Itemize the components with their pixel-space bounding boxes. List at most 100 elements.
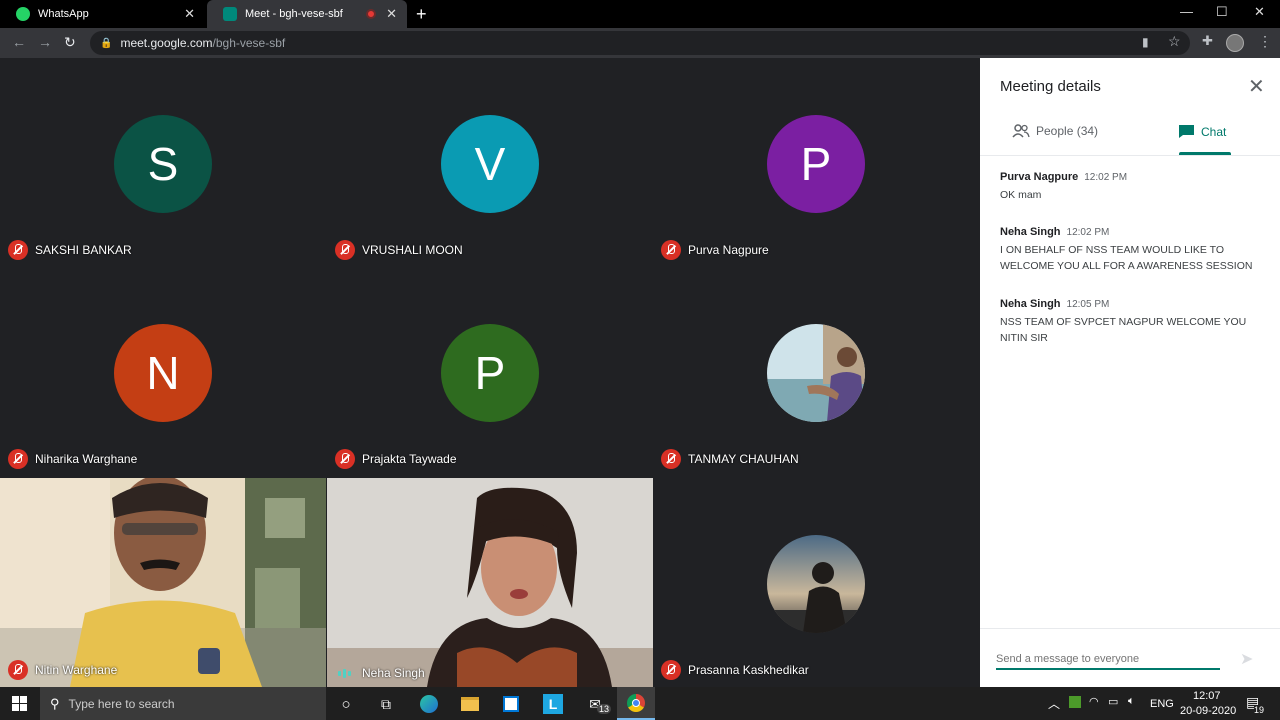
close-tab-icon[interactable]: ✕ — [386, 6, 397, 22]
meet-icon — [223, 7, 237, 21]
avatar: P — [441, 324, 539, 422]
forward-icon[interactable]: → — [38, 34, 52, 50]
tab-whatsapp[interactable]: WhatsApp ✕ — [0, 0, 205, 28]
whatsapp-icon — [16, 7, 30, 21]
minimize-icon[interactable]: — — [1180, 4, 1193, 19]
tab-title: Meet - bgh-vese-sbf — [245, 8, 343, 20]
avatar: N — [114, 324, 212, 422]
star-icon[interactable]: ☆ — [1168, 33, 1181, 50]
mic-off-icon — [8, 240, 28, 260]
url-host: meet.google.com — [120, 36, 213, 50]
participant-tile[interactable]: TANMAY CHAUHAN — [653, 267, 979, 476]
recording-indicator-icon — [366, 9, 377, 19]
mic-off-icon — [661, 449, 681, 469]
message-sender: Neha Singh — [1000, 226, 1061, 238]
message-sender: Purva Nagpure — [1000, 171, 1079, 183]
speaking-indicator-icon — [335, 668, 355, 678]
clock-date[interactable]: 20-09-2020 — [1180, 705, 1236, 717]
chat-icon — [1179, 125, 1194, 138]
language-indicator[interactable]: ENG — [1150, 698, 1174, 710]
divider — [980, 628, 1280, 629]
avatar: P — [767, 115, 865, 213]
lock-icon: 🔒 — [100, 37, 113, 49]
window-close-icon[interactable]: ✕ — [1254, 4, 1265, 20]
search-icon: ⚲ — [50, 695, 60, 711]
participant-name: Prajakta Taywade — [362, 452, 457, 466]
participant-name: Niharika Warghane — [35, 452, 138, 466]
file-explorer-icon[interactable] — [459, 693, 481, 715]
task-view-icon[interactable]: ⧉ — [375, 693, 397, 715]
app-l-icon[interactable]: L — [542, 693, 564, 715]
nameplate: VRUSHALI MOON — [335, 240, 463, 260]
participant-video — [327, 478, 653, 687]
tab-people-label: People (34) — [1036, 124, 1099, 138]
edge-icon[interactable] — [418, 693, 440, 715]
participant-tile[interactable]: P Prajakta Taywade — [327, 267, 653, 476]
close-panel-icon[interactable]: ✕ — [1248, 74, 1265, 99]
nameplate: SAKSHI BANKAR — [8, 240, 132, 260]
participant-video-tile[interactable]: Nitin Warghane — [0, 478, 326, 687]
avatar: S — [114, 115, 212, 213]
profile-photo — [767, 324, 865, 422]
nameplate: Nitin Warghane — [8, 660, 117, 680]
nameplate: Neha Singh — [335, 666, 425, 680]
nameplate: Purva Nagpure — [661, 240, 769, 260]
participant-tile[interactable]: P Purva Nagpure — [653, 58, 979, 267]
participant-name: Purva Nagpure — [688, 243, 769, 257]
tab-title: WhatsApp — [38, 8, 89, 20]
new-tab-button[interactable]: + — [416, 4, 427, 25]
mail-badge: 13 — [597, 704, 612, 714]
message-time: 12:02 PM — [1066, 227, 1110, 238]
participant-name: Nitin Warghane — [35, 663, 118, 677]
avatar: V — [441, 115, 539, 213]
panel-title: Meeting details — [1000, 78, 1101, 95]
message-text: I ON BEHALF OF NSS TEAM WOULD LIKE TO WE… — [1000, 244, 1253, 272]
message-sender: Neha Singh — [1000, 298, 1061, 310]
address-bar[interactable]: 🔒 meet.google.com/bgh-vese-sbf — [90, 31, 1190, 55]
battery-icon[interactable]: ▭ — [1108, 695, 1118, 708]
divider — [980, 155, 1280, 156]
chat-message: Neha Singh 12:02 PM I ON BEHALF OF NSS TE… — [1000, 222, 1262, 274]
participant-video-tile[interactable]: Neha Singh — [327, 478, 653, 687]
show-hidden-icons-icon[interactable]: ︿ — [1048, 695, 1060, 712]
reload-icon[interactable]: ↻ — [64, 34, 76, 51]
windows-taskbar: ⚲ Type here to search ○ ⧉ L ✉ 13 ︿ ◠ ▭ 🔈… — [0, 687, 1280, 720]
participant-tile[interactable]: N Niharika Warghane — [0, 267, 326, 476]
participant-grid: S SAKSHI BANKAR V VRUSHALI MOON P Purva … — [0, 58, 980, 687]
cortana-icon[interactable]: ○ — [335, 693, 357, 715]
tab-people[interactable]: People (34) — [1012, 124, 1098, 138]
wifi-icon[interactable]: ◠ — [1089, 695, 1099, 708]
tab-chat[interactable]: Chat — [1178, 124, 1226, 139]
back-icon[interactable]: ← — [12, 34, 26, 50]
tray-app-icon[interactable] — [1069, 696, 1081, 708]
tab-meet[interactable]: Meet - bgh-vese-sbf ✕ — [207, 0, 407, 28]
profile-avatar[interactable] — [1226, 34, 1244, 52]
clock-time[interactable]: 12:07 — [1193, 690, 1221, 702]
participant-name: Neha Singh — [362, 666, 425, 680]
close-tab-icon[interactable]: ✕ — [184, 6, 195, 22]
maximize-icon[interactable]: ☐ — [1216, 4, 1228, 20]
send-icon[interactable]: ➤ — [1240, 649, 1253, 669]
menu-icon[interactable]: ⋮ — [1258, 33, 1272, 50]
mic-off-icon — [8, 660, 28, 680]
taskbar-search-box[interactable]: ⚲ Type here to search — [40, 687, 326, 720]
camera-icon[interactable]: ▮ — [1142, 35, 1149, 49]
nameplate: Prajakta Taywade — [335, 449, 457, 469]
participant-tile[interactable]: V VRUSHALI MOON — [327, 58, 653, 267]
volume-icon[interactable]: 🔈︎ — [1128, 695, 1135, 708]
participant-video — [0, 478, 326, 687]
notification-count: 19 — [1254, 705, 1265, 715]
chrome-taskbar-button[interactable] — [617, 687, 655, 720]
extensions-icon[interactable]: ✚ — [1202, 33, 1213, 49]
participant-tile[interactable]: Prasanna Kaskhedikar — [653, 478, 979, 687]
message-text: NSS TEAM OF SVPCET NAGPUR WELCOME YOU NI… — [1000, 316, 1247, 344]
windows-start-icon[interactable] — [12, 696, 27, 711]
chat-message: Purva Nagpure 12:02 PM OK mam — [1000, 167, 1262, 203]
url-path: /bgh-vese-sbf — [212, 36, 286, 50]
participant-tile[interactable]: S SAKSHI BANKAR — [0, 58, 326, 267]
chat-message: Neha Singh 12:05 PM NSS TEAM OF SVPCET NA… — [1000, 294, 1262, 346]
chat-message-input[interactable] — [996, 651, 1220, 670]
participant-name: SAKSHI BANKAR — [35, 243, 132, 257]
mic-off-icon — [661, 240, 681, 260]
store-icon[interactable] — [500, 693, 522, 715]
